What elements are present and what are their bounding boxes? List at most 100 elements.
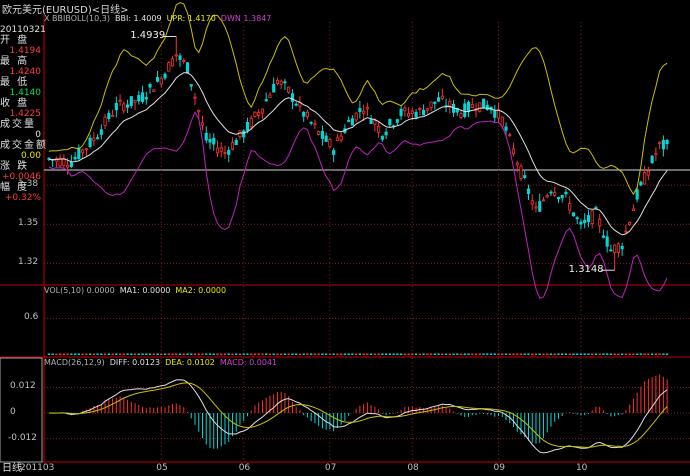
price-panel[interactable]: [47, 2, 669, 299]
info-value: 1.4240: [9, 67, 42, 77]
candle-body: [118, 99, 122, 102]
candle-body: [459, 113, 463, 118]
candle-body: [485, 104, 489, 111]
candle-body: [193, 96, 197, 99]
candle-body: [204, 132, 208, 141]
candle-body: [440, 95, 444, 99]
volume-bar: [238, 353, 242, 355]
candle-body: [332, 150, 336, 155]
candle-body: [317, 131, 321, 135]
candle-body: [279, 80, 283, 85]
volume-bar: [635, 353, 639, 355]
info-label: 开 盘: [0, 35, 30, 46]
volume-bar: [369, 353, 373, 355]
volume-bar: [88, 353, 92, 355]
volume-bar: [546, 353, 549, 355]
volume-bar: [366, 353, 369, 355]
candle-body: [377, 126, 381, 133]
candle-body: [268, 94, 272, 98]
volume-bar: [388, 353, 392, 355]
candle-body: [564, 191, 568, 195]
candle-body: [631, 208, 635, 212]
volume-panel[interactable]: [47, 353, 669, 356]
volume-bar: [650, 353, 654, 355]
volume-bar: [549, 353, 553, 355]
candle-body: [414, 111, 418, 118]
volume-bar: [381, 353, 384, 355]
volume-bar: [137, 353, 140, 355]
x-tick-label: 09: [493, 463, 505, 473]
y-tick-label: 1.32: [18, 257, 39, 268]
candle-body: [425, 108, 429, 111]
volume-bar: [145, 353, 148, 355]
forex-chart[interactable]: [0, 0, 690, 476]
candle-body: [178, 55, 182, 61]
candle-body: [339, 135, 343, 141]
candle-body: [189, 84, 193, 87]
candle-body: [257, 111, 261, 116]
volume-bar: [474, 353, 478, 355]
volume-bar: [527, 353, 530, 355]
volume-bar: [208, 353, 212, 355]
volume-bar: [223, 353, 227, 355]
candle-body: [478, 102, 482, 112]
x-tick-label: 05: [156, 463, 168, 473]
volume-bar: [111, 353, 114, 355]
volume-bar: [433, 353, 436, 355]
candle-body: [609, 249, 613, 252]
candle-body: [73, 156, 77, 160]
candle-body: [313, 123, 317, 126]
volume-bar: [624, 353, 628, 355]
info-value: 1.4194: [9, 46, 42, 56]
y-tick-label: 1.35: [18, 218, 39, 229]
candle-body: [665, 139, 669, 145]
candle-body: [553, 192, 557, 196]
legend-item: BBI: 1.4009: [114, 14, 162, 23]
volume-bar: [482, 353, 485, 355]
candle-body: [227, 149, 231, 155]
info-value: 0.00: [20, 151, 41, 161]
volume-bar: [51, 353, 54, 355]
volume-bar: [96, 353, 99, 355]
candle-body: [436, 97, 441, 102]
volume-bar: [212, 353, 215, 355]
candle-body: [590, 210, 594, 224]
candle-body: [508, 134, 512, 137]
quote-info-panel: 20110321 开 盘 1.4194 最 高 1.4240 最 低 1.4140 收 盘1…: [0, 25, 46, 203]
boll-legend: X BBIBOLL(10,3) BBI: 1.4009 UPR: 1.4170 DWN…: [44, 14, 276, 23]
legend-item: UPR: 1.4170: [166, 14, 216, 23]
legend-item: MACD(26,12,9): [44, 358, 105, 367]
candle-body: [643, 172, 647, 185]
candle-body: [350, 118, 354, 126]
candle-body: [170, 58, 175, 67]
candle-body: [403, 107, 407, 112]
candle-body: [167, 62, 171, 72]
candle-body: [646, 170, 650, 176]
volume-bar: [156, 353, 159, 355]
y-tick-label: 0: [10, 407, 16, 417]
candle-body: [395, 119, 399, 123]
legend-item: VOL(5,10) 0.0000: [44, 286, 115, 295]
macd-panel[interactable]: [48, 374, 668, 454]
volume-bar: [220, 353, 223, 355]
volume-bar: [160, 353, 163, 355]
volume-bar: [662, 353, 665, 355]
volume-bar: [594, 353, 598, 355]
volume-bar: [291, 353, 294, 355]
volume-bar: [609, 353, 613, 355]
volume-bar: [444, 353, 448, 355]
candle-body: [133, 99, 137, 103]
candle-body: [541, 199, 546, 202]
candle-body: [347, 119, 351, 122]
volume-bar: [272, 353, 275, 355]
volume-bar: [452, 353, 455, 355]
candle-body: [328, 139, 332, 148]
candle-body: [103, 116, 107, 126]
candle-body: [362, 110, 366, 114]
volume-bar: [265, 353, 268, 355]
volume-bar: [257, 353, 260, 355]
candle-body: [92, 137, 96, 142]
volume-bar: [407, 353, 410, 355]
dea-line: [48, 382, 668, 448]
volume-bar: [242, 353, 245, 355]
